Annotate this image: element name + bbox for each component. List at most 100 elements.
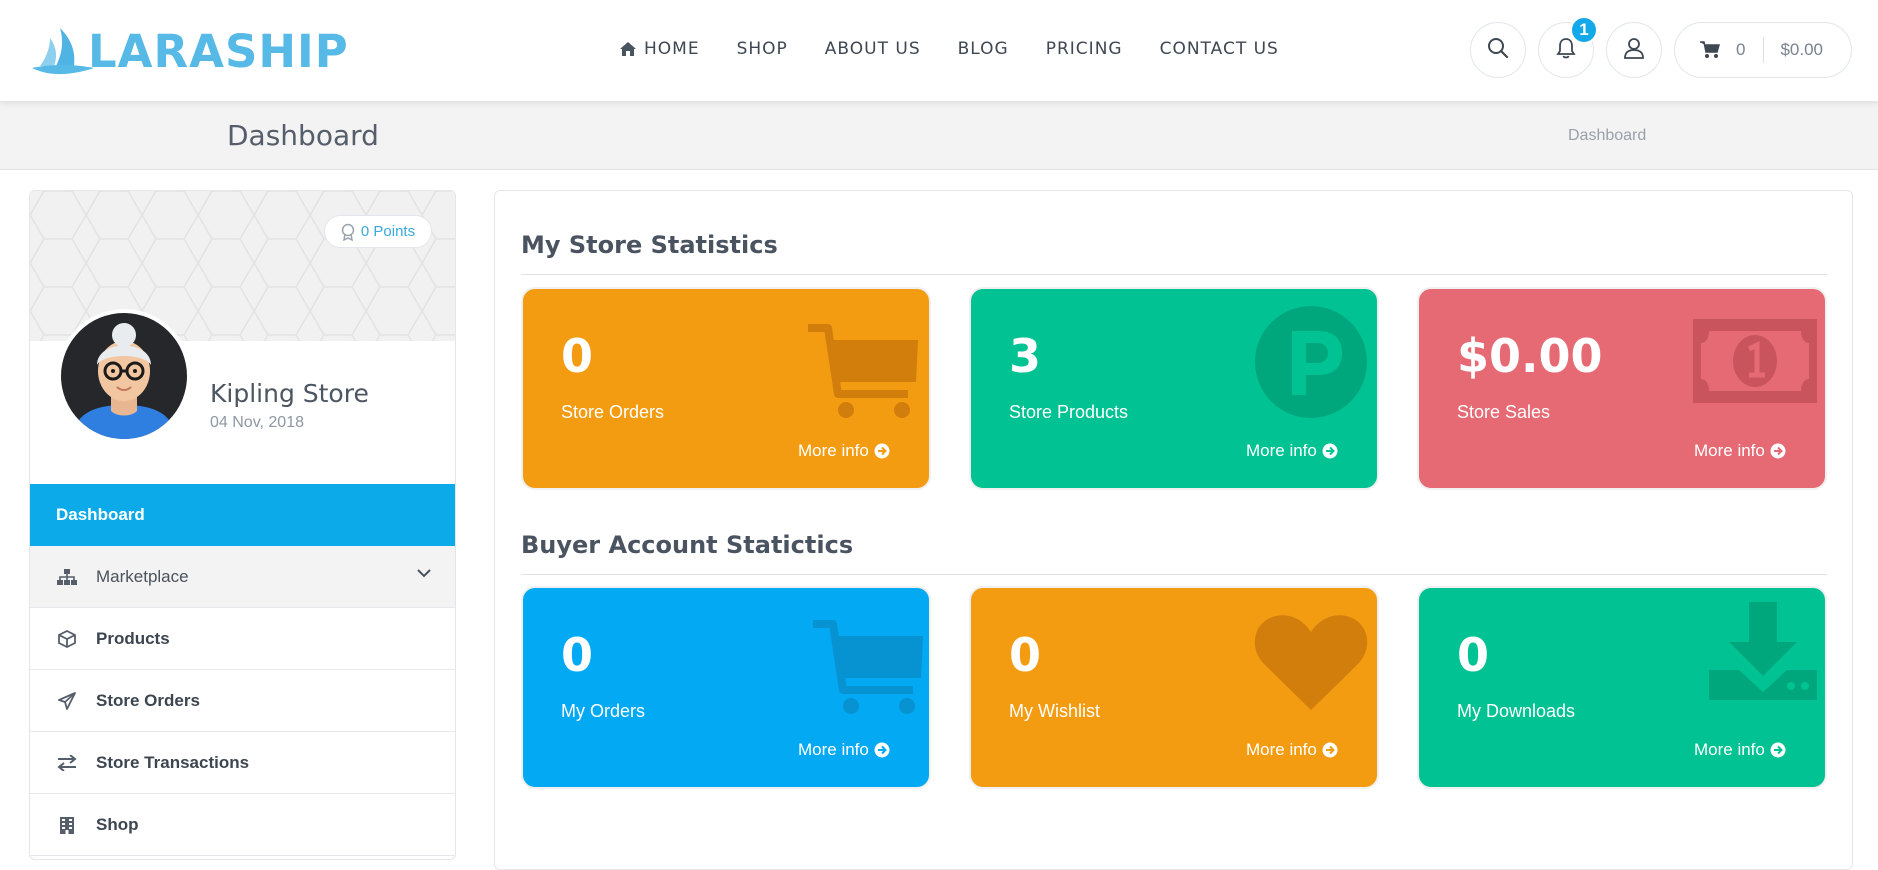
store-joined-date: 04 Nov, 2018 xyxy=(210,414,304,431)
sidebar-item-label: Marketplace xyxy=(96,566,189,586)
home-icon xyxy=(620,42,636,56)
cart-icon xyxy=(808,324,918,418)
buyer-statistics-title: Buyer Account Statictics xyxy=(521,531,854,559)
sidebar-item-label: Store Orders xyxy=(96,690,200,710)
cart-icon xyxy=(1700,41,1720,59)
download-icon xyxy=(1709,602,1817,700)
profile-sidebar: 0 Points Kipling Store 04 Nov, 2018 Dash… xyxy=(29,190,456,860)
main-nav: HOME SHOP ABOUT US BLOG PRICING CONTACT … xyxy=(620,0,1316,98)
more-info-link[interactable]: More info xyxy=(1246,441,1338,461)
stat-label: My Orders xyxy=(561,701,646,721)
stat-label: Store Orders xyxy=(561,402,665,422)
cart-button[interactable]: 0 $0.00 xyxy=(1674,22,1852,78)
points-label: 0 Points xyxy=(360,223,416,240)
sidebar-item-store-transactions[interactable]: Store Transactions xyxy=(30,732,455,794)
arrow-circle-right-icon xyxy=(1770,443,1786,459)
cart-icon xyxy=(813,620,923,714)
my-wishlist-card: 0 My Wishlist More info xyxy=(969,586,1379,789)
my-downloads-card: 0 My Downloads More info xyxy=(1417,586,1827,789)
more-info-label: More info xyxy=(798,740,869,759)
nav-blog[interactable]: BLOG xyxy=(958,39,1009,59)
more-info-link[interactable]: More info xyxy=(1694,441,1786,461)
more-info-link[interactable]: More info xyxy=(798,441,890,461)
page-header: Dashboard Dashboard xyxy=(0,101,1878,170)
sidebar-item-products[interactable]: Products xyxy=(30,608,455,670)
stat-label: My Downloads xyxy=(1457,701,1576,721)
heart-icon xyxy=(1254,615,1368,710)
stat-label: Store Sales xyxy=(1457,402,1551,422)
top-navbar: LARASHIP HOME SHOP ABOUT US BLOG PRICING… xyxy=(0,0,1878,101)
sitemap-icon xyxy=(57,568,77,585)
exchange-icon xyxy=(57,754,77,771)
stat-value: 0 xyxy=(1457,628,1490,682)
nav-home[interactable]: HOME xyxy=(620,39,700,59)
dashboard-panel: My Store Statistics 0 Store Orders More … xyxy=(494,190,1853,870)
user-icon xyxy=(1623,37,1645,64)
nav-contact-us[interactable]: CONTACT US xyxy=(1160,39,1279,59)
stat-value: 0 xyxy=(561,329,594,383)
stat-label: My Wishlist xyxy=(1009,701,1100,721)
sidebar-item-label: Shop xyxy=(96,814,139,834)
product-p-icon xyxy=(1255,306,1367,418)
nav-pricing[interactable]: PRICING xyxy=(1046,39,1123,59)
stat-value: 0 xyxy=(1009,628,1042,682)
stat-value: 3 xyxy=(1009,329,1042,383)
sidebar-item-label: Dashboard xyxy=(56,505,145,524)
more-info-label: More info xyxy=(798,441,869,460)
store-orders-card: 0 Store Orders More info xyxy=(521,287,931,490)
money-bill-icon xyxy=(1693,319,1817,403)
sidebar-item-store-orders[interactable]: Store Orders xyxy=(30,670,455,732)
more-info-link[interactable]: More info xyxy=(798,740,890,760)
page-title: Dashboard xyxy=(227,119,379,152)
stat-value: $0.00 xyxy=(1457,329,1603,383)
cart-count: 0 xyxy=(1736,40,1746,59)
sidebar-item-marketplace[interactable]: Marketplace xyxy=(30,546,455,608)
store-products-card: 3 Store Products More info xyxy=(969,287,1379,490)
cart-divider xyxy=(1763,37,1765,63)
building-icon xyxy=(57,816,77,834)
sidebar-item-shop[interactable]: Shop xyxy=(30,794,455,856)
points-badge[interactable]: 0 Points xyxy=(324,215,432,248)
arrow-circle-right-icon xyxy=(1322,443,1338,459)
search-button[interactable] xyxy=(1470,22,1526,78)
store-statistics-title: My Store Statistics xyxy=(521,231,778,259)
paper-plane-icon xyxy=(57,691,77,710)
nav-home-label: HOME xyxy=(644,39,700,59)
more-info-label: More info xyxy=(1246,441,1317,460)
stat-label: Store Products xyxy=(1009,402,1129,422)
breadcrumb[interactable]: Dashboard xyxy=(1568,127,1646,145)
my-orders-card: 0 My Orders More info xyxy=(521,586,931,789)
cube-icon xyxy=(57,629,77,648)
account-button[interactable] xyxy=(1606,22,1662,78)
sidebar-menu: Dashboard Marketplace Products Store Ord… xyxy=(30,484,455,856)
medal-icon xyxy=(341,223,355,241)
more-info-label: More info xyxy=(1694,740,1765,759)
sidebar-item-label: Store Transactions xyxy=(96,752,250,772)
arrow-circle-right-icon xyxy=(874,742,890,758)
sidebar-item-dashboard[interactable]: Dashboard xyxy=(30,484,455,546)
store-sales-card: $0.00 Store Sales More info xyxy=(1417,287,1827,490)
more-info-label: More info xyxy=(1246,740,1317,759)
section-divider xyxy=(521,574,1827,575)
search-icon xyxy=(1487,37,1509,64)
store-name: Kipling Store xyxy=(210,379,369,408)
chevron-down-icon xyxy=(417,568,431,578)
section-divider xyxy=(521,274,1827,275)
stat-value: 0 xyxy=(561,628,594,682)
brand-logo[interactable]: LARASHIP xyxy=(30,24,349,80)
arrow-circle-right-icon xyxy=(1322,742,1338,758)
arrow-circle-right-icon xyxy=(874,443,890,459)
more-info-link[interactable]: More info xyxy=(1246,740,1338,760)
avatar[interactable] xyxy=(57,309,191,443)
cart-total: $0.00 xyxy=(1780,40,1824,59)
sidebar-item-label: Products xyxy=(96,628,170,648)
notification-count-badge: 1 xyxy=(1570,16,1598,44)
bell-icon xyxy=(1555,37,1577,64)
more-info-label: More info xyxy=(1694,441,1765,460)
nav-about-us[interactable]: ABOUT US xyxy=(825,39,921,59)
brand-name: LARASHIP xyxy=(88,25,349,78)
sail-logo-icon xyxy=(32,28,94,75)
nav-shop[interactable]: SHOP xyxy=(737,39,788,59)
arrow-circle-right-icon xyxy=(1770,742,1786,758)
more-info-link[interactable]: More info xyxy=(1694,740,1786,760)
